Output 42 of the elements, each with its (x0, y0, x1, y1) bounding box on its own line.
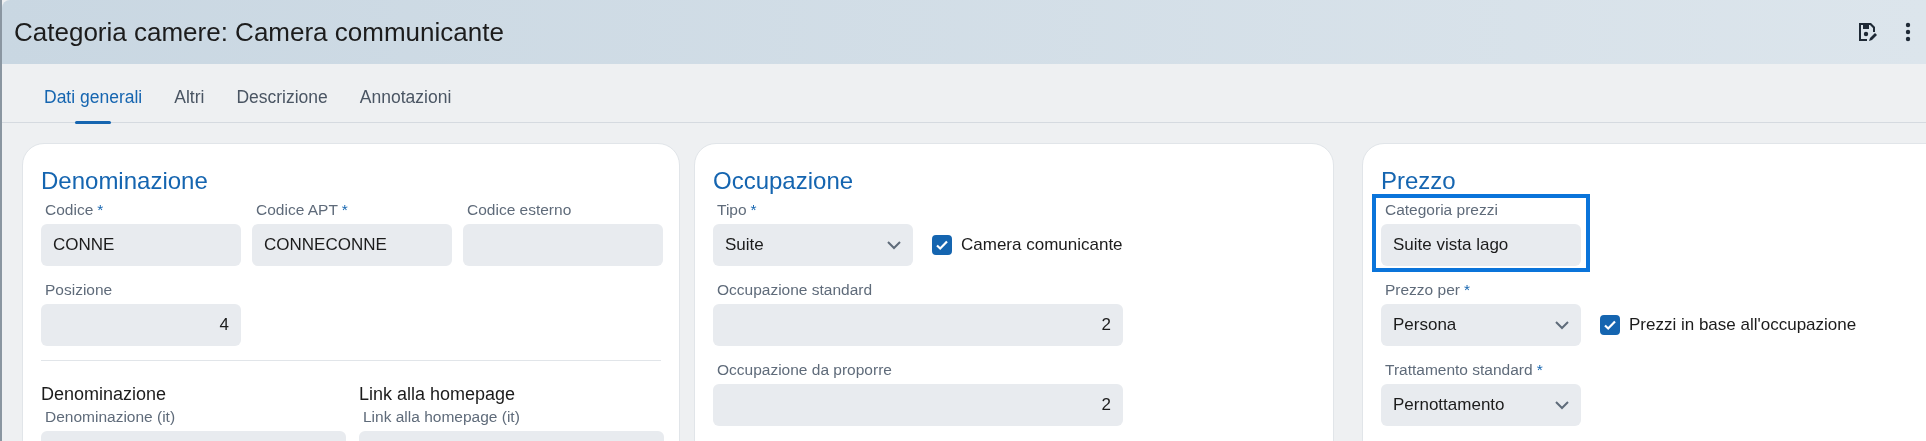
checkbox[interactable] (1600, 315, 1620, 335)
chevron-down-icon (1555, 400, 1569, 410)
text-field[interactable]: CONNECONNE (252, 224, 452, 266)
checkbox[interactable] (932, 235, 952, 255)
dropdown[interactable]: Persona (1381, 304, 1581, 346)
section-heading: Occupazione (713, 166, 855, 196)
window-title: Categoria camere: Camera communicante (14, 16, 504, 48)
group-heading: Link alla homepage (359, 383, 517, 405)
tab[interactable]: Dati generali (30, 62, 157, 124)
field-label: Tipo * (717, 200, 758, 220)
number-field[interactable]: 2 (713, 304, 1123, 346)
field-label: Posizione (45, 280, 114, 300)
chevron-down-icon (1555, 320, 1569, 330)
checkmark-icon (935, 238, 949, 252)
text-field[interactable]: CONNE (41, 224, 241, 266)
number-field[interactable]: 4 (41, 304, 241, 346)
checkbox-label: Camera comunicante (961, 235, 1123, 255)
save-icon[interactable] (1856, 21, 1878, 43)
tab[interactable]: Annotazioni (345, 62, 466, 124)
field-label: Denominazione (it) (45, 407, 177, 427)
field-label: Prezzo per * (1385, 280, 1471, 300)
chevron-down-icon (887, 240, 901, 250)
section-heading: Denominazione (41, 166, 209, 196)
field-label: Categoria prezzi (1385, 200, 1499, 220)
field-label: Codice esterno (467, 200, 573, 220)
number-field[interactable]: 2 (713, 384, 1123, 426)
tab[interactable]: Descrizione (222, 62, 342, 124)
checkmark-icon (1603, 318, 1617, 332)
field-label: Codice * (45, 200, 105, 220)
field-label: Link alla homepage (it) (363, 407, 521, 427)
section-heading: Prezzo (1381, 166, 1457, 196)
tab[interactable]: Altri (160, 62, 219, 124)
text-field[interactable]: Suite vista lago (1381, 224, 1581, 266)
field-label: Trattamento standard * (1385, 360, 1544, 380)
more-options-icon[interactable] (1904, 21, 1912, 43)
field-label: Codice APT * (256, 200, 349, 220)
field-label: Occupazione da proporre (717, 360, 893, 380)
dropdown[interactable]: Pernottamento (1381, 384, 1581, 426)
field-label: Occupazione standard (717, 280, 874, 300)
checkbox-label: Prezzi in base all'occupazione (1629, 315, 1857, 335)
group-heading: Denominazione (41, 383, 168, 405)
dropdown[interactable]: Suite (713, 224, 913, 266)
